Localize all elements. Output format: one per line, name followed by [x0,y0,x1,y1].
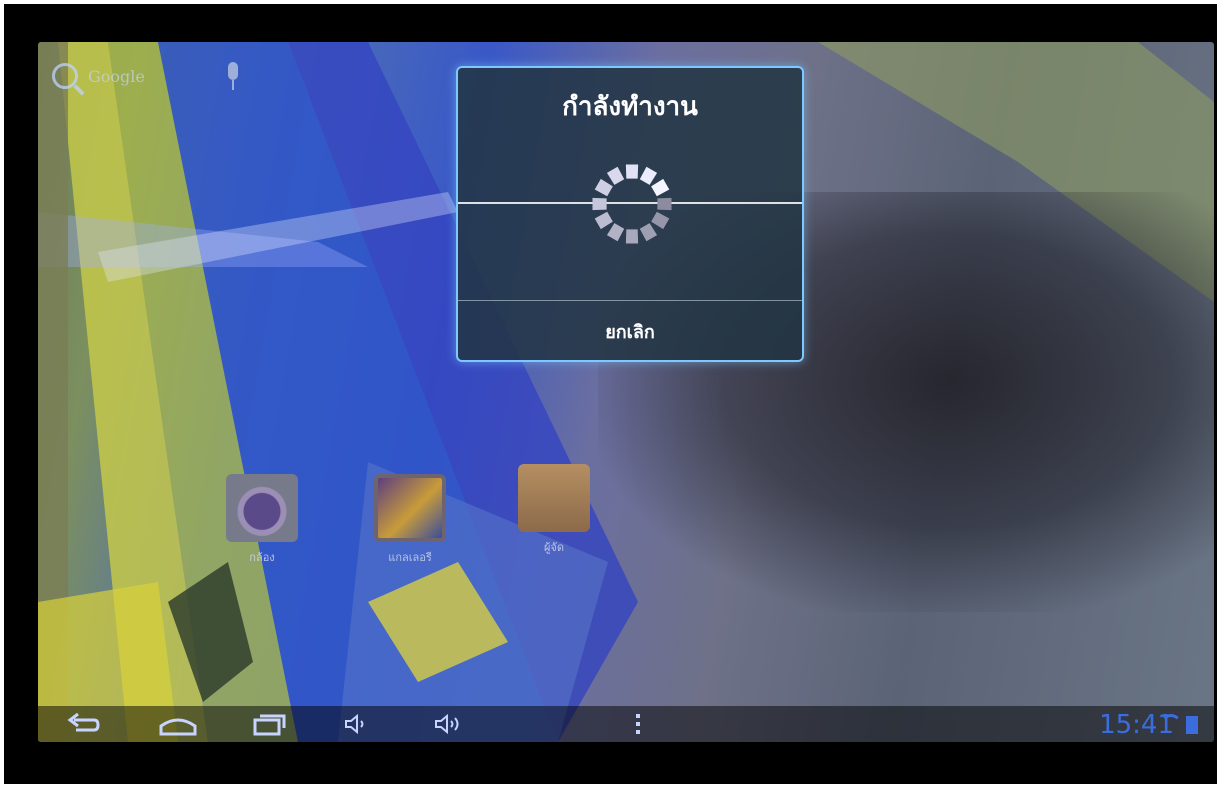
volume-down-icon[interactable] [344,712,366,736]
app-label: แกลเลอรี [388,551,432,564]
spinner-segment [625,164,639,179]
app-gallery[interactable]: แกลเลอรี [370,474,450,566]
spinner-segment [606,223,625,242]
spinner-segment [625,229,639,244]
spinner-segment [606,166,625,185]
file-manager-icon [518,464,590,532]
recent-apps-icon[interactable] [252,712,288,736]
mic-icon[interactable] [226,62,240,92]
spinner-segment [651,178,670,197]
gallery-icon [374,474,446,542]
spinner-segment [639,223,658,242]
overflow-menu-icon[interactable] [636,714,640,734]
back-icon[interactable] [66,712,100,736]
home-icon[interactable] [158,712,198,736]
system-navigation-bar: 15:41 [38,706,1214,742]
app-camera[interactable]: กล้อง [222,474,302,566]
app-label: ผู้จัด [543,541,565,554]
spinner-segment [639,166,658,185]
loading-spinner-icon [592,164,672,244]
progress-dialog: กำลังทำงาน ยกเลิก [456,66,804,362]
dialog-title: กำลังทำงาน [562,92,698,122]
app-label: กล้อง [249,551,275,564]
google-search-label: Google [88,66,145,86]
battery-icon [1186,716,1198,734]
spinner-segment [592,197,607,211]
spinner-segment [594,178,613,197]
google-search-bar[interactable]: Google [52,58,145,94]
tablet-screen: Google กล้อง แกลเลอรี ผู้จัด กำลังทำงาน … [38,42,1214,742]
spinner-segment [657,197,672,211]
volume-up-icon[interactable] [434,712,462,736]
spinner-segment [594,211,613,230]
app-file-manager[interactable]: ผู้จัด [514,464,594,556]
wifi-icon [1160,714,1182,736]
search-icon [52,63,78,89]
dialog-divider [458,300,802,301]
camera-icon [226,474,298,542]
device-bezel: Google กล้อง แกลเลอรี ผู้จัด กำลังทำงาน … [4,4,1217,784]
cancel-button[interactable]: ยกเลิก [458,302,802,360]
spinner-segment [651,211,670,230]
